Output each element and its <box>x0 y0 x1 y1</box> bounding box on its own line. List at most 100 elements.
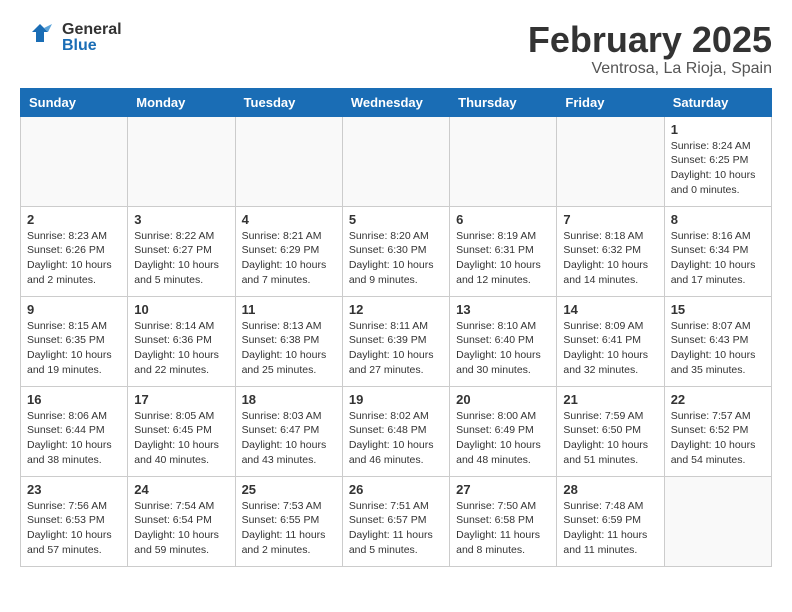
day-number: 25 <box>242 482 336 497</box>
weekday-header-sunday: Sunday <box>21 88 128 116</box>
day-info: Sunrise: 7:51 AMSunset: 6:57 PMDaylight:… <box>349 499 443 558</box>
calendar-cell: 6 Sunrise: 8:19 AMSunset: 6:31 PMDaylight… <box>450 206 557 296</box>
calendar-cell: 3 Sunrise: 8:22 AMSunset: 6:27 PMDaylight… <box>128 206 235 296</box>
day-info: Sunrise: 7:56 AMSunset: 6:53 PMDaylight:… <box>27 499 121 558</box>
title-area: February 2025 Ventrosa, La Rioja, Spain <box>528 20 772 78</box>
calendar-cell: 1 Sunrise: 8:24 AMSunset: 6:25 PMDaylight… <box>664 116 771 206</box>
week-row-4: 16Sunrise: 8:06 AMSunset: 6:44 PMDayligh… <box>21 386 772 476</box>
day-info: Sunrise: 7:54 AMSunset: 6:54 PMDaylight:… <box>134 499 228 558</box>
day-number: 27 <box>456 482 550 497</box>
day-info: Sunrise: 8:14 AMSunset: 6:36 PMDaylight:… <box>134 319 228 378</box>
day-number: 23 <box>27 482 121 497</box>
calendar-cell: 7Sunrise: 8:18 AMSunset: 6:32 PMDaylight… <box>557 206 664 296</box>
day-number: 13 <box>456 302 550 317</box>
calendar-cell: 13 Sunrise: 8:10 AMSunset: 6:40 PMDayligh… <box>450 296 557 386</box>
logo: General Blue <box>20 20 122 56</box>
calendar-cell: 4 Sunrise: 8:21 AMSunset: 6:29 PMDaylight… <box>235 206 342 296</box>
calendar-cell: 9 Sunrise: 8:15 AMSunset: 6:35 PMDaylight… <box>21 296 128 386</box>
day-number: 15 <box>671 302 765 317</box>
day-number: 8 <box>671 212 765 227</box>
day-info: Sunrise: 8:03 AMSunset: 6:47 PMDaylight:… <box>242 409 336 468</box>
day-number: 4 <box>242 212 336 227</box>
location-title: Ventrosa, La Rioja, Spain <box>528 60 772 78</box>
calendar-cell: 28 Sunrise: 7:48 AMSunset: 6:59 PMDayligh… <box>557 476 664 566</box>
week-row-5: 23 Sunrise: 7:56 AMSunset: 6:53 PMDayligh… <box>21 476 772 566</box>
calendar-cell: 14 Sunrise: 8:09 AMSunset: 6:41 PMDayligh… <box>557 296 664 386</box>
day-number: 26 <box>349 482 443 497</box>
day-number: 1 <box>671 122 765 137</box>
weekday-header-saturday: Saturday <box>664 88 771 116</box>
day-number: 19 <box>349 392 443 407</box>
logo-general: General <box>62 21 122 38</box>
day-number: 2 <box>27 212 121 227</box>
calendar-cell: 11 Sunrise: 8:13 AMSunset: 6:38 PMDayligh… <box>235 296 342 386</box>
day-number: 17 <box>134 392 228 407</box>
day-number: 3 <box>134 212 228 227</box>
calendar-cell: 24 Sunrise: 7:54 AMSunset: 6:54 PMDayligh… <box>128 476 235 566</box>
day-number: 10 <box>134 302 228 317</box>
weekday-header-friday: Friday <box>557 88 664 116</box>
day-number: 9 <box>27 302 121 317</box>
page-header: General Blue February 2025 Ventrosa, La … <box>20 20 772 78</box>
calendar-cell: 8Sunrise: 8:16 AMSunset: 6:34 PMDaylight… <box>664 206 771 296</box>
week-row-2: 2 Sunrise: 8:23 AMSunset: 6:26 PMDaylight… <box>21 206 772 296</box>
day-info: Sunrise: 8:10 AMSunset: 6:40 PMDaylight:… <box>456 319 550 378</box>
calendar-cell: 18Sunrise: 8:03 AMSunset: 6:47 PMDayligh… <box>235 386 342 476</box>
calendar-table: SundayMondayTuesdayWednesdayThursdayFrid… <box>20 88 772 567</box>
calendar-cell: 19 Sunrise: 8:02 AMSunset: 6:48 PMDayligh… <box>342 386 449 476</box>
day-info: Sunrise: 7:48 AMSunset: 6:59 PMDaylight:… <box>563 499 657 558</box>
day-number: 22 <box>671 392 765 407</box>
day-info: Sunrise: 8:24 AMSunset: 6:25 PMDaylight:… <box>671 139 765 198</box>
calendar-cell: 23 Sunrise: 7:56 AMSunset: 6:53 PMDayligh… <box>21 476 128 566</box>
calendar-cell <box>128 116 235 206</box>
day-number: 11 <box>242 302 336 317</box>
weekday-header-wednesday: Wednesday <box>342 88 449 116</box>
weekday-header-tuesday: Tuesday <box>235 88 342 116</box>
calendar-cell <box>557 116 664 206</box>
calendar-cell: 10 Sunrise: 8:14 AMSunset: 6:36 PMDayligh… <box>128 296 235 386</box>
day-number: 6 <box>456 212 550 227</box>
calendar-cell: 17Sunrise: 8:05 AMSunset: 6:45 PMDayligh… <box>128 386 235 476</box>
day-info: Sunrise: 7:59 AMSunset: 6:50 PMDaylight:… <box>563 409 657 468</box>
weekday-header-thursday: Thursday <box>450 88 557 116</box>
day-info: Sunrise: 8:22 AMSunset: 6:27 PMDaylight:… <box>134 229 228 288</box>
day-number: 12 <box>349 302 443 317</box>
day-number: 28 <box>563 482 657 497</box>
calendar-cell <box>342 116 449 206</box>
week-row-1: 1 Sunrise: 8:24 AMSunset: 6:25 PMDaylight… <box>21 116 772 206</box>
day-info: Sunrise: 8:00 AMSunset: 6:49 PMDaylight:… <box>456 409 550 468</box>
day-number: 5 <box>349 212 443 227</box>
calendar-cell <box>235 116 342 206</box>
logo-bird-icon <box>20 20 56 56</box>
calendar-cell: 2 Sunrise: 8:23 AMSunset: 6:26 PMDaylight… <box>21 206 128 296</box>
day-info: Sunrise: 8:11 AMSunset: 6:39 PMDaylight:… <box>349 319 443 378</box>
day-number: 24 <box>134 482 228 497</box>
calendar-cell: 20Sunrise: 8:00 AMSunset: 6:49 PMDayligh… <box>450 386 557 476</box>
calendar-cell: 25 Sunrise: 7:53 AMSunset: 6:55 PMDayligh… <box>235 476 342 566</box>
day-info: Sunrise: 8:23 AMSunset: 6:26 PMDaylight:… <box>27 229 121 288</box>
calendar-header-row: SundayMondayTuesdayWednesdayThursdayFrid… <box>21 88 772 116</box>
day-info: Sunrise: 8:20 AMSunset: 6:30 PMDaylight:… <box>349 229 443 288</box>
day-info: Sunrise: 8:21 AMSunset: 6:29 PMDaylight:… <box>242 229 336 288</box>
day-info: Sunrise: 8:02 AMSunset: 6:48 PMDaylight:… <box>349 409 443 468</box>
day-number: 14 <box>563 302 657 317</box>
month-title: February 2025 <box>528 20 772 60</box>
day-info: Sunrise: 7:53 AMSunset: 6:55 PMDaylight:… <box>242 499 336 558</box>
calendar-cell: 26 Sunrise: 7:51 AMSunset: 6:57 PMDayligh… <box>342 476 449 566</box>
calendar-cell: 22 Sunrise: 7:57 AMSunset: 6:52 PMDayligh… <box>664 386 771 476</box>
day-number: 7 <box>563 212 657 227</box>
calendar-cell: 16Sunrise: 8:06 AMSunset: 6:44 PMDayligh… <box>21 386 128 476</box>
day-info: Sunrise: 7:50 AMSunset: 6:58 PMDaylight:… <box>456 499 550 558</box>
day-info: Sunrise: 7:57 AMSunset: 6:52 PMDaylight:… <box>671 409 765 468</box>
calendar-cell: 27 Sunrise: 7:50 AMSunset: 6:58 PMDayligh… <box>450 476 557 566</box>
day-info: Sunrise: 8:15 AMSunset: 6:35 PMDaylight:… <box>27 319 121 378</box>
day-info: Sunrise: 8:13 AMSunset: 6:38 PMDaylight:… <box>242 319 336 378</box>
day-info: Sunrise: 8:19 AMSunset: 6:31 PMDaylight:… <box>456 229 550 288</box>
calendar-cell: 12 Sunrise: 8:11 AMSunset: 6:39 PMDayligh… <box>342 296 449 386</box>
day-info: Sunrise: 8:06 AMSunset: 6:44 PMDaylight:… <box>27 409 121 468</box>
calendar-cell <box>450 116 557 206</box>
calendar-cell: 15 Sunrise: 8:07 AMSunset: 6:43 PMDayligh… <box>664 296 771 386</box>
day-info: Sunrise: 8:07 AMSunset: 6:43 PMDaylight:… <box>671 319 765 378</box>
day-info: Sunrise: 8:09 AMSunset: 6:41 PMDaylight:… <box>563 319 657 378</box>
weekday-header-monday: Monday <box>128 88 235 116</box>
